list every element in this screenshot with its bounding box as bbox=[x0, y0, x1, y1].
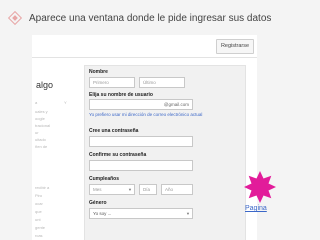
chevron-down-icon: ▼ bbox=[186, 211, 190, 216]
birth-year-placeholder: Año bbox=[165, 187, 174, 192]
password-label: Cree una contraseña bbox=[89, 128, 139, 134]
left-fragment: tracional bbox=[35, 123, 51, 128]
left-fragment: recibir a bbox=[35, 185, 50, 190]
birth-day-placeholder: Día bbox=[143, 187, 151, 192]
left-fragment: gente bbox=[35, 225, 46, 230]
first-name-placeholder: Primero bbox=[93, 80, 109, 85]
first-name-input[interactable]: Primero bbox=[89, 77, 135, 88]
star-burst-icon[interactable] bbox=[244, 171, 276, 203]
gender-value: Yo soy ... bbox=[93, 211, 112, 216]
register-button[interactable]: Registrarse bbox=[216, 39, 254, 54]
gender-label: Género bbox=[89, 200, 107, 206]
gender-select[interactable]: Yo soy ... ▼ bbox=[89, 208, 193, 219]
gmail-suffix: @gmail.com bbox=[163, 102, 189, 107]
password-input[interactable] bbox=[89, 136, 193, 147]
next-page-link[interactable]: Pagina bbox=[245, 205, 267, 212]
left-fragment: uitado bbox=[35, 137, 46, 142]
left-fragment: Y bbox=[64, 100, 67, 105]
confirm-password-label: Confirme su contraseña bbox=[89, 152, 147, 158]
birth-year-input[interactable]: Año bbox=[161, 184, 193, 195]
left-fragment: ñen de bbox=[35, 144, 48, 149]
last-name-placeholder: Último bbox=[143, 80, 156, 85]
left-fragment: a bbox=[35, 100, 38, 105]
name-label: Nombre bbox=[89, 69, 108, 75]
signup-screenshot: Registrarse algo a Y uales y oogle traci… bbox=[32, 35, 257, 240]
last-name-input[interactable]: Último bbox=[139, 77, 185, 88]
left-heading: algo bbox=[36, 80, 54, 90]
chevron-down-icon: ▼ bbox=[128, 187, 132, 192]
diamond-bullet-icon bbox=[7, 10, 23, 26]
birth-month-select[interactable]: Mes ▼ bbox=[89, 184, 135, 195]
bullet-text: Aparece una ventana donde le pide ingres… bbox=[29, 12, 272, 24]
left-fragment: ocar bbox=[35, 201, 43, 206]
left-fragment: ur bbox=[35, 130, 39, 135]
username-label: Elija su nombre de usuario bbox=[89, 92, 153, 98]
birth-month-placeholder: Mes bbox=[93, 187, 102, 192]
slide-bullet: Aparece una ventana donde le pide ingres… bbox=[7, 10, 272, 26]
left-fragment: oogle bbox=[35, 116, 45, 121]
top-bar: Registrarse bbox=[32, 35, 257, 58]
username-input[interactable]: @gmail.com bbox=[89, 99, 193, 110]
left-fragment: Piro bbox=[35, 193, 43, 198]
birth-day-input[interactable]: Día bbox=[139, 184, 157, 195]
left-fragment: que bbox=[35, 209, 42, 214]
use-current-email-link[interactable]: Yo prefiero usar mi dirección de correo … bbox=[89, 112, 229, 118]
left-fragment: rcas bbox=[35, 233, 43, 238]
left-column: algo a Y uales y oogle tracional ur uita… bbox=[32, 57, 82, 240]
left-fragment: unt bbox=[35, 217, 41, 222]
birthday-label: Cumpleaños bbox=[89, 176, 120, 182]
confirm-password-input[interactable] bbox=[89, 160, 193, 171]
signup-form: Nombre Primero Último Elija su nombre de… bbox=[84, 65, 246, 240]
left-fragment: uales y bbox=[35, 109, 48, 114]
